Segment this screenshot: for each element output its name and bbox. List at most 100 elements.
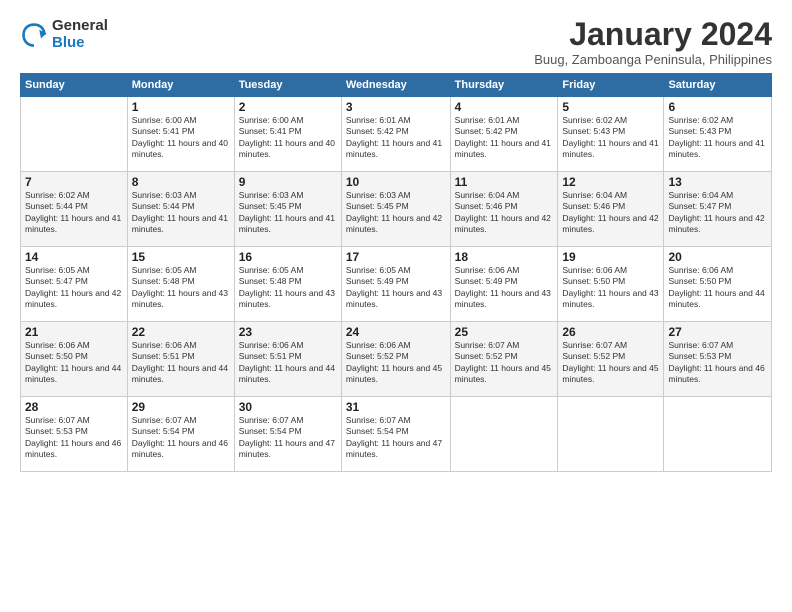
calendar-week-row: 1Sunrise: 6:00 AM Sunset: 5:41 PM Daylig… <box>21 97 772 172</box>
logo-text: General Blue <box>52 18 108 51</box>
table-row: 2Sunrise: 6:00 AM Sunset: 5:41 PM Daylig… <box>234 97 341 172</box>
table-row: 1Sunrise: 6:00 AM Sunset: 5:41 PM Daylig… <box>127 97 234 172</box>
day-number: 12 <box>562 175 659 189</box>
table-row: 18Sunrise: 6:06 AM Sunset: 5:49 PM Dayli… <box>450 247 558 322</box>
table-row: 5Sunrise: 6:02 AM Sunset: 5:43 PM Daylig… <box>558 97 664 172</box>
table-row: 22Sunrise: 6:06 AM Sunset: 5:51 PM Dayli… <box>127 322 234 397</box>
logo-line2: Blue <box>52 35 108 52</box>
day-number: 22 <box>132 325 230 339</box>
day-number: 27 <box>668 325 767 339</box>
table-row: 13Sunrise: 6:04 AM Sunset: 5:47 PM Dayli… <box>664 172 772 247</box>
day-info: Sunrise: 6:05 AM Sunset: 5:48 PM Dayligh… <box>239 265 337 311</box>
day-info: Sunrise: 6:04 AM Sunset: 5:47 PM Dayligh… <box>668 190 767 236</box>
day-number: 11 <box>455 175 554 189</box>
day-info: Sunrise: 6:06 AM Sunset: 5:51 PM Dayligh… <box>239 340 337 386</box>
day-number: 23 <box>239 325 337 339</box>
day-number: 26 <box>562 325 659 339</box>
day-info: Sunrise: 6:07 AM Sunset: 5:52 PM Dayligh… <box>562 340 659 386</box>
table-row: 25Sunrise: 6:07 AM Sunset: 5:52 PM Dayli… <box>450 322 558 397</box>
day-info: Sunrise: 6:07 AM Sunset: 5:52 PM Dayligh… <box>455 340 554 386</box>
table-row: 21Sunrise: 6:06 AM Sunset: 5:50 PM Dayli… <box>21 322 128 397</box>
table-row: 8Sunrise: 6:03 AM Sunset: 5:44 PM Daylig… <box>127 172 234 247</box>
table-row: 6Sunrise: 6:02 AM Sunset: 5:43 PM Daylig… <box>664 97 772 172</box>
day-number: 1 <box>132 100 230 114</box>
day-info: Sunrise: 6:01 AM Sunset: 5:42 PM Dayligh… <box>455 115 554 161</box>
day-info: Sunrise: 6:06 AM Sunset: 5:50 PM Dayligh… <box>25 340 123 386</box>
calendar-week-row: 21Sunrise: 6:06 AM Sunset: 5:50 PM Dayli… <box>21 322 772 397</box>
day-info: Sunrise: 6:05 AM Sunset: 5:47 PM Dayligh… <box>25 265 123 311</box>
calendar-week-row: 28Sunrise: 6:07 AM Sunset: 5:53 PM Dayli… <box>21 397 772 472</box>
day-number: 13 <box>668 175 767 189</box>
day-info: Sunrise: 6:06 AM Sunset: 5:50 PM Dayligh… <box>562 265 659 311</box>
table-row: 7Sunrise: 6:02 AM Sunset: 5:44 PM Daylig… <box>21 172 128 247</box>
day-info: Sunrise: 6:02 AM Sunset: 5:43 PM Dayligh… <box>562 115 659 161</box>
day-info: Sunrise: 6:01 AM Sunset: 5:42 PM Dayligh… <box>346 115 446 161</box>
day-number: 7 <box>25 175 123 189</box>
day-number: 14 <box>25 250 123 264</box>
day-info: Sunrise: 6:07 AM Sunset: 5:53 PM Dayligh… <box>668 340 767 386</box>
table-row: 4Sunrise: 6:01 AM Sunset: 5:42 PM Daylig… <box>450 97 558 172</box>
day-info: Sunrise: 6:02 AM Sunset: 5:43 PM Dayligh… <box>668 115 767 161</box>
day-info: Sunrise: 6:06 AM Sunset: 5:52 PM Dayligh… <box>346 340 446 386</box>
day-info: Sunrise: 6:04 AM Sunset: 5:46 PM Dayligh… <box>455 190 554 236</box>
location-subtitle: Buug, Zamboanga Peninsula, Philippines <box>534 52 772 67</box>
calendar-week-row: 7Sunrise: 6:02 AM Sunset: 5:44 PM Daylig… <box>21 172 772 247</box>
day-number: 2 <box>239 100 337 114</box>
day-number: 24 <box>346 325 446 339</box>
title-block: January 2024 Buug, Zamboanga Peninsula, … <box>534 18 772 67</box>
table-row: 17Sunrise: 6:05 AM Sunset: 5:49 PM Dayli… <box>341 247 450 322</box>
col-thursday: Thursday <box>450 74 558 97</box>
day-number: 20 <box>668 250 767 264</box>
day-number: 28 <box>25 400 123 414</box>
day-number: 30 <box>239 400 337 414</box>
calendar-week-row: 14Sunrise: 6:05 AM Sunset: 5:47 PM Dayli… <box>21 247 772 322</box>
table-row: 10Sunrise: 6:03 AM Sunset: 5:45 PM Dayli… <box>341 172 450 247</box>
day-number: 21 <box>25 325 123 339</box>
day-info: Sunrise: 6:06 AM Sunset: 5:51 PM Dayligh… <box>132 340 230 386</box>
col-wednesday: Wednesday <box>341 74 450 97</box>
day-number: 9 <box>239 175 337 189</box>
day-number: 15 <box>132 250 230 264</box>
table-row: 16Sunrise: 6:05 AM Sunset: 5:48 PM Dayli… <box>234 247 341 322</box>
table-row: 9Sunrise: 6:03 AM Sunset: 5:45 PM Daylig… <box>234 172 341 247</box>
table-row: 28Sunrise: 6:07 AM Sunset: 5:53 PM Dayli… <box>21 397 128 472</box>
table-row: 19Sunrise: 6:06 AM Sunset: 5:50 PM Dayli… <box>558 247 664 322</box>
logo-line1: General <box>52 18 108 35</box>
table-row: 3Sunrise: 6:01 AM Sunset: 5:42 PM Daylig… <box>341 97 450 172</box>
day-number: 29 <box>132 400 230 414</box>
page: General Blue January 2024 Buug, Zamboang… <box>0 0 792 612</box>
day-number: 5 <box>562 100 659 114</box>
table-row <box>450 397 558 472</box>
day-number: 10 <box>346 175 446 189</box>
col-sunday: Sunday <box>21 74 128 97</box>
day-number: 31 <box>346 400 446 414</box>
table-row: 11Sunrise: 6:04 AM Sunset: 5:46 PM Dayli… <box>450 172 558 247</box>
table-row: 29Sunrise: 6:07 AM Sunset: 5:54 PM Dayli… <box>127 397 234 472</box>
day-info: Sunrise: 6:04 AM Sunset: 5:46 PM Dayligh… <box>562 190 659 236</box>
day-info: Sunrise: 6:03 AM Sunset: 5:44 PM Dayligh… <box>132 190 230 236</box>
col-friday: Friday <box>558 74 664 97</box>
day-number: 19 <box>562 250 659 264</box>
day-info: Sunrise: 6:07 AM Sunset: 5:54 PM Dayligh… <box>132 415 230 461</box>
table-row <box>558 397 664 472</box>
day-info: Sunrise: 6:00 AM Sunset: 5:41 PM Dayligh… <box>132 115 230 161</box>
day-info: Sunrise: 6:03 AM Sunset: 5:45 PM Dayligh… <box>239 190 337 236</box>
table-row: 31Sunrise: 6:07 AM Sunset: 5:54 PM Dayli… <box>341 397 450 472</box>
table-row: 26Sunrise: 6:07 AM Sunset: 5:52 PM Dayli… <box>558 322 664 397</box>
day-info: Sunrise: 6:03 AM Sunset: 5:45 PM Dayligh… <box>346 190 446 236</box>
col-monday: Monday <box>127 74 234 97</box>
calendar-table: Sunday Monday Tuesday Wednesday Thursday… <box>20 73 772 472</box>
table-row: 20Sunrise: 6:06 AM Sunset: 5:50 PM Dayli… <box>664 247 772 322</box>
table-row <box>664 397 772 472</box>
table-row: 15Sunrise: 6:05 AM Sunset: 5:48 PM Dayli… <box>127 247 234 322</box>
day-info: Sunrise: 6:05 AM Sunset: 5:49 PM Dayligh… <box>346 265 446 311</box>
day-info: Sunrise: 6:05 AM Sunset: 5:48 PM Dayligh… <box>132 265 230 311</box>
day-number: 3 <box>346 100 446 114</box>
table-row: 23Sunrise: 6:06 AM Sunset: 5:51 PM Dayli… <box>234 322 341 397</box>
header: General Blue January 2024 Buug, Zamboang… <box>20 18 772 67</box>
day-number: 18 <box>455 250 554 264</box>
day-info: Sunrise: 6:00 AM Sunset: 5:41 PM Dayligh… <box>239 115 337 161</box>
day-number: 17 <box>346 250 446 264</box>
table-row: 30Sunrise: 6:07 AM Sunset: 5:54 PM Dayli… <box>234 397 341 472</box>
day-info: Sunrise: 6:06 AM Sunset: 5:50 PM Dayligh… <box>668 265 767 311</box>
